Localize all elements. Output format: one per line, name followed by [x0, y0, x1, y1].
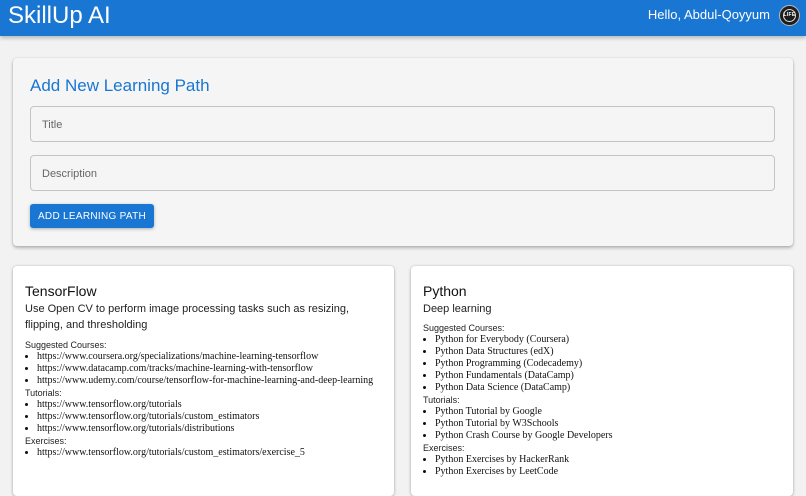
list-item: https://www.udemy.com/course/tensorflow-… [37, 375, 375, 387]
list-item: Python Exercises by LeetCode [435, 466, 773, 478]
tutorials-label: Tutorials: [423, 395, 460, 405]
exercises-list: Python Exercises by HackerRank Python Ex… [423, 454, 773, 478]
suggested-courses-label: Suggested Courses: [423, 323, 505, 333]
add-learning-path-form: Add New Learning Path ADD LEARNING PATH [13, 58, 793, 246]
card-resources: Suggested Courses: https://www.coursera.… [25, 339, 375, 459]
list-item: https://www.tensorflow.org/tutorials/cus… [37, 447, 375, 459]
suggested-courses-label: Suggested Courses: [25, 340, 107, 350]
exercises-label: Exercises: [423, 443, 465, 453]
list-item: https://www.tensorflow.org/tutorials/dis… [37, 423, 375, 435]
list-item: Python Tutorial by Google [435, 406, 773, 418]
courses-list: https://www.coursera.org/specializations… [25, 351, 375, 387]
tutorials-label: Tutorials: [25, 388, 62, 398]
exercises-label: Exercises: [25, 436, 67, 446]
card-title: Python [423, 283, 467, 299]
list-item: Python Tutorial by W3Schools [435, 418, 773, 430]
list-item: Python Fundamentals (DataCamp) [435, 370, 773, 382]
list-item: Python Programming (Codecademy) [435, 358, 773, 370]
list-item: https://www.tensorflow.org/tutorials/cus… [37, 411, 375, 423]
description-field[interactable] [30, 155, 775, 192]
list-item: https://www.datacamp.com/tracks/machine-… [37, 363, 375, 375]
courses-list: Python for Everybody (Coursera) Python D… [423, 334, 773, 394]
card-title: TensorFlow [25, 283, 97, 299]
app-title[interactable]: SkillUp AI [8, 1, 111, 31]
tutorials-list: https://www.tensorflow.org/tutorials htt… [25, 399, 375, 435]
card-description: Use Open CV to perform image processing … [25, 303, 350, 331]
list-item: https://www.tensorflow.org/tutorials [37, 399, 375, 411]
list-item: Python Crash Course by Google Developers [435, 430, 773, 442]
exercises-list: https://www.tensorflow.org/tutorials/cus… [25, 447, 375, 459]
title-input[interactable] [40, 107, 764, 143]
title-field[interactable] [30, 106, 775, 143]
card-resources: Suggested Courses: Python for Everybody … [423, 322, 773, 478]
add-learning-path-button[interactable]: ADD LEARNING PATH [30, 204, 154, 228]
description-input[interactable] [40, 156, 764, 192]
avatar-text: LIFE [783, 12, 796, 18]
list-item: Python Data Science (DataCamp) [435, 382, 773, 394]
list-item: Python Exercises by HackerRank [435, 454, 773, 466]
user-avatar[interactable]: LIFE [779, 5, 800, 26]
app-bar: SkillUp AI Hello, Abdul-Qoyyum LIFE [0, 0, 806, 36]
tutorials-list: Python Tutorial by Google Python Tutoria… [423, 406, 773, 442]
learning-path-card: Python Deep learning Suggested Courses: … [411, 266, 793, 496]
card-description: Deep learning [423, 303, 492, 315]
list-item: Python for Everybody (Coursera) [435, 334, 773, 346]
learning-path-card: TensorFlow Use Open CV to perform image … [13, 266, 394, 496]
user-greeting: Hello, Abdul-Qoyyum [647, 7, 770, 22]
list-item: Python Data Structures (edX) [435, 346, 773, 358]
list-item: https://www.coursera.org/specializations… [37, 351, 375, 363]
form-title: Add New Learning Path [30, 76, 210, 95]
